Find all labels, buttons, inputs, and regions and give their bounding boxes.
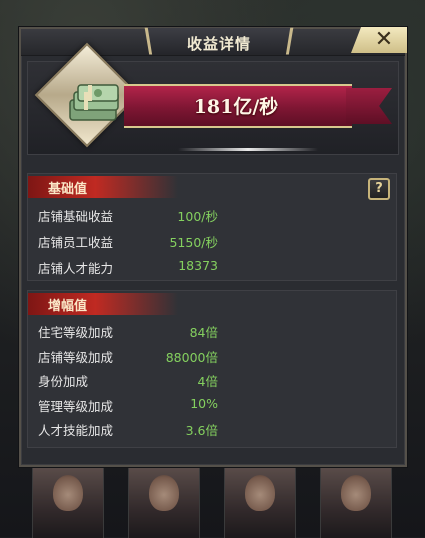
help-button[interactable]: ?: [368, 178, 390, 200]
stat-value: 88000倍: [165, 350, 218, 365]
stat-label: 人才技能加成: [38, 423, 114, 438]
stat-row: 管理等级加成 10%: [28, 394, 398, 414]
stat-value: 5150/秒: [169, 235, 218, 250]
stat-label: 身份加成: [38, 374, 89, 389]
stat-value: 4倍: [197, 374, 218, 389]
boost-values-section: 增幅值 住宅等级加成 84倍 店铺等级加成 88000倍 身份加成 4倍 管理等…: [27, 290, 397, 448]
stat-row: 店铺员工收益 5150/秒: [28, 230, 398, 250]
base-values-section: 基础值 ? 店铺基础收益 100/秒 店铺员工收益 5150/秒 店铺人才能力 …: [27, 173, 397, 281]
income-details-dialog: 收益详情 ✕ 181亿/秒 基础值 ? 店铺基础收益 100/秒 店铺员工收益 …: [19, 27, 407, 467]
stat-row: 住宅等级加成 84倍: [28, 320, 398, 340]
character-portrait: [224, 466, 296, 538]
close-icon: ✕: [374, 27, 394, 52]
character-portrait: [32, 466, 104, 538]
stat-label: 住宅等级加成: [38, 325, 114, 340]
section-title: 增幅值: [48, 299, 88, 314]
ribbon-tail: [346, 88, 392, 124]
stat-label: 店铺等级加成: [38, 350, 114, 365]
stat-value: 18373: [178, 258, 218, 273]
money-stack-icon: [69, 84, 119, 121]
stat-row: 身份加成 4倍: [28, 369, 398, 389]
stat-label: 店铺员工收益: [38, 235, 114, 250]
stat-label: 店铺人才能力: [38, 261, 114, 276]
stat-value: 3.6倍: [185, 423, 218, 438]
stat-label: 管理等级加成: [38, 399, 114, 414]
banner-glow: [178, 148, 318, 151]
character-portrait-row: [0, 462, 425, 538]
stat-row: 店铺等级加成 88000倍: [28, 345, 398, 365]
stat-row: 店铺基础收益 100/秒: [28, 204, 398, 224]
stat-label: 店铺基础收益: [38, 209, 114, 224]
character-portrait: [320, 466, 392, 538]
section-title: 基础值: [48, 182, 88, 197]
dialog-title: 收益详情: [186, 35, 251, 53]
stat-value: 100/秒: [177, 209, 218, 224]
income-banner: 181亿/秒: [27, 42, 399, 155]
income-rate: 181亿/秒: [193, 96, 279, 118]
stat-value: 84倍: [189, 325, 218, 340]
stat-row: 人才技能加成 3.6倍: [28, 418, 398, 438]
stat-row: 店铺人才能力 18373: [28, 256, 398, 276]
character-portrait: [128, 466, 200, 538]
stat-value: 10%: [190, 396, 218, 411]
